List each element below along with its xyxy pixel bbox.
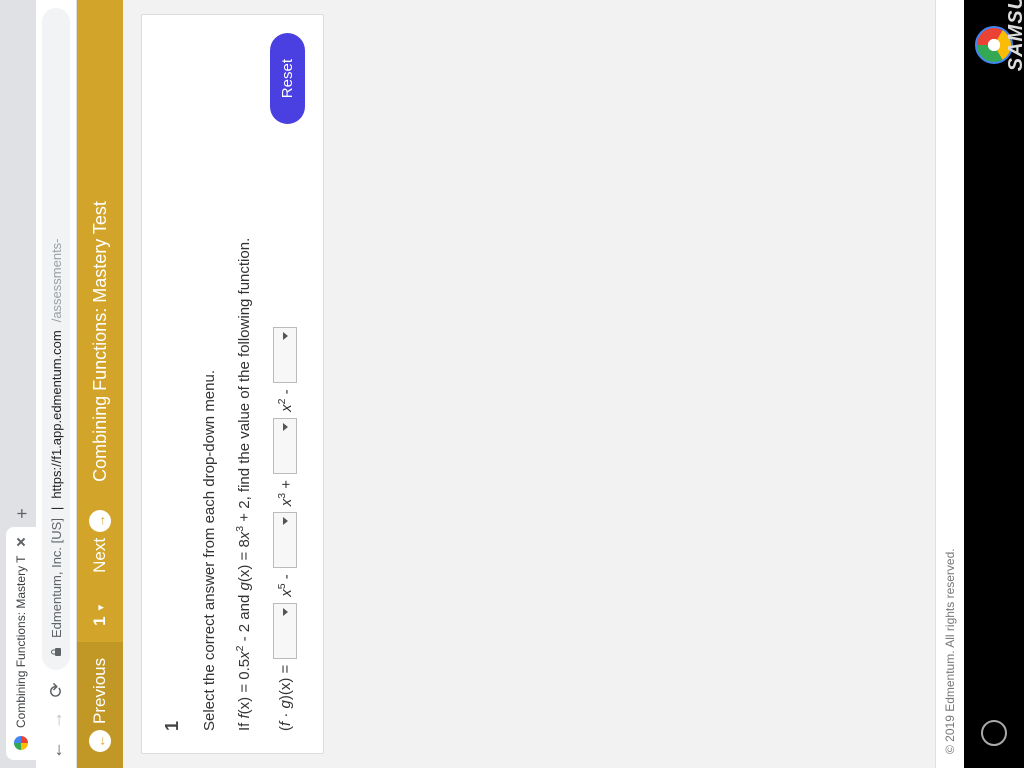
chevron-down-icon: [283, 608, 288, 616]
question-number-selector[interactable]: 1 ▾: [77, 589, 123, 642]
answer-equation: (f · g)(x) = x5 - x3 + x2 -: [273, 37, 297, 731]
stmt-text: If: [236, 718, 253, 731]
coefficient-dropdown-4[interactable]: [273, 327, 297, 383]
coefficient-dropdown-3[interactable]: [273, 418, 297, 474]
browser-toolbar: ← → ⟳ Edmentum, Inc. [US] | https://f1.a…: [36, 0, 77, 768]
browser-tab[interactable]: Combining Functions: Mastery T: [6, 527, 36, 760]
browser-tabstrip: Combining Functions: Mastery T +: [0, 0, 36, 768]
chevron-down-icon: ▾: [94, 605, 107, 611]
stmt-text: (x) = 8: [236, 539, 253, 582]
coefficient-dropdown-2[interactable]: [273, 512, 297, 568]
next-label: Next: [90, 538, 110, 573]
omnibox-origin: Edmentum, Inc. [US]: [49, 518, 64, 638]
eq-term: x2 -: [276, 389, 295, 412]
address-bar[interactable]: Edmentum, Inc. [US] | https://f1.app.edm…: [42, 8, 70, 670]
assessment-title: Combining Functions: Mastery Test: [90, 0, 111, 494]
question-card: 1 Select the correct answer from each dr…: [141, 14, 324, 754]
device-recent-icon[interactable]: [981, 720, 1007, 746]
device-chrome: SAMSU: [964, 0, 1024, 768]
tab-favicon-icon: [14, 736, 28, 750]
copyright-text: © 2019 Edmentum. All rights reserved.: [943, 548, 957, 754]
arrow-left-icon: ←: [89, 730, 111, 752]
previous-label: Previous: [90, 658, 110, 724]
question-statement: If f(x) = 0.5x2 - 2 and g(x) = 8x3 + 2, …: [234, 37, 253, 731]
chevron-down-icon: [283, 332, 288, 340]
omnibox-host: https://f1.app.edmentum.com: [49, 330, 64, 498]
tab-title: Combining Functions: Mastery T: [14, 555, 28, 728]
new-tab-button[interactable]: +: [8, 499, 36, 527]
device-brand: SAMSU: [1005, 0, 1024, 71]
omnibox-path: /assessments-: [49, 238, 64, 322]
coefficient-dropdown-1[interactable]: [273, 603, 297, 659]
arrow-right-icon: →: [89, 510, 111, 532]
eq-term: x3 +: [276, 480, 295, 506]
stmt-g: g: [236, 582, 253, 590]
chevron-down-icon: [283, 423, 288, 431]
chevron-down-icon: [283, 517, 288, 525]
current-question-number: 1: [90, 616, 110, 625]
previous-button[interactable]: ← Previous: [77, 642, 123, 768]
question-instruction: Select the correct answer from each drop…: [201, 37, 218, 731]
reload-button[interactable]: ⟳: [46, 680, 66, 700]
stmt-sup: 3: [234, 526, 246, 532]
stmt-f: f: [236, 714, 253, 718]
eq-lhs: (f · g)(x) =: [277, 665, 294, 731]
stmt-var: x: [236, 651, 253, 659]
next-button[interactable]: Next →: [77, 494, 123, 589]
reset-button[interactable]: Reset: [270, 33, 305, 124]
eq-term: x5 -: [276, 574, 295, 597]
stmt-var: x: [236, 532, 253, 540]
omnibox-sep: |: [49, 507, 64, 510]
question-number-heading: 1: [162, 37, 183, 731]
assessment-nav-bar: ← Previous 1 ▾ Next → Combining Function…: [77, 0, 123, 768]
stmt-sup: 2: [234, 646, 246, 652]
stmt-text: + 2, find the value of the following fun…: [236, 238, 253, 526]
stmt-text: (x) = 0.5: [236, 659, 253, 714]
back-button[interactable]: ←: [46, 740, 66, 760]
lock-icon: [50, 646, 62, 658]
close-icon[interactable]: [16, 537, 26, 547]
question-area: 1 Select the correct answer from each dr…: [123, 0, 935, 768]
page-footer: © 2019 Edmentum. All rights reserved.: [935, 0, 964, 768]
stmt-text: - 2 and: [236, 590, 253, 645]
forward-button[interactable]: →: [46, 710, 66, 730]
